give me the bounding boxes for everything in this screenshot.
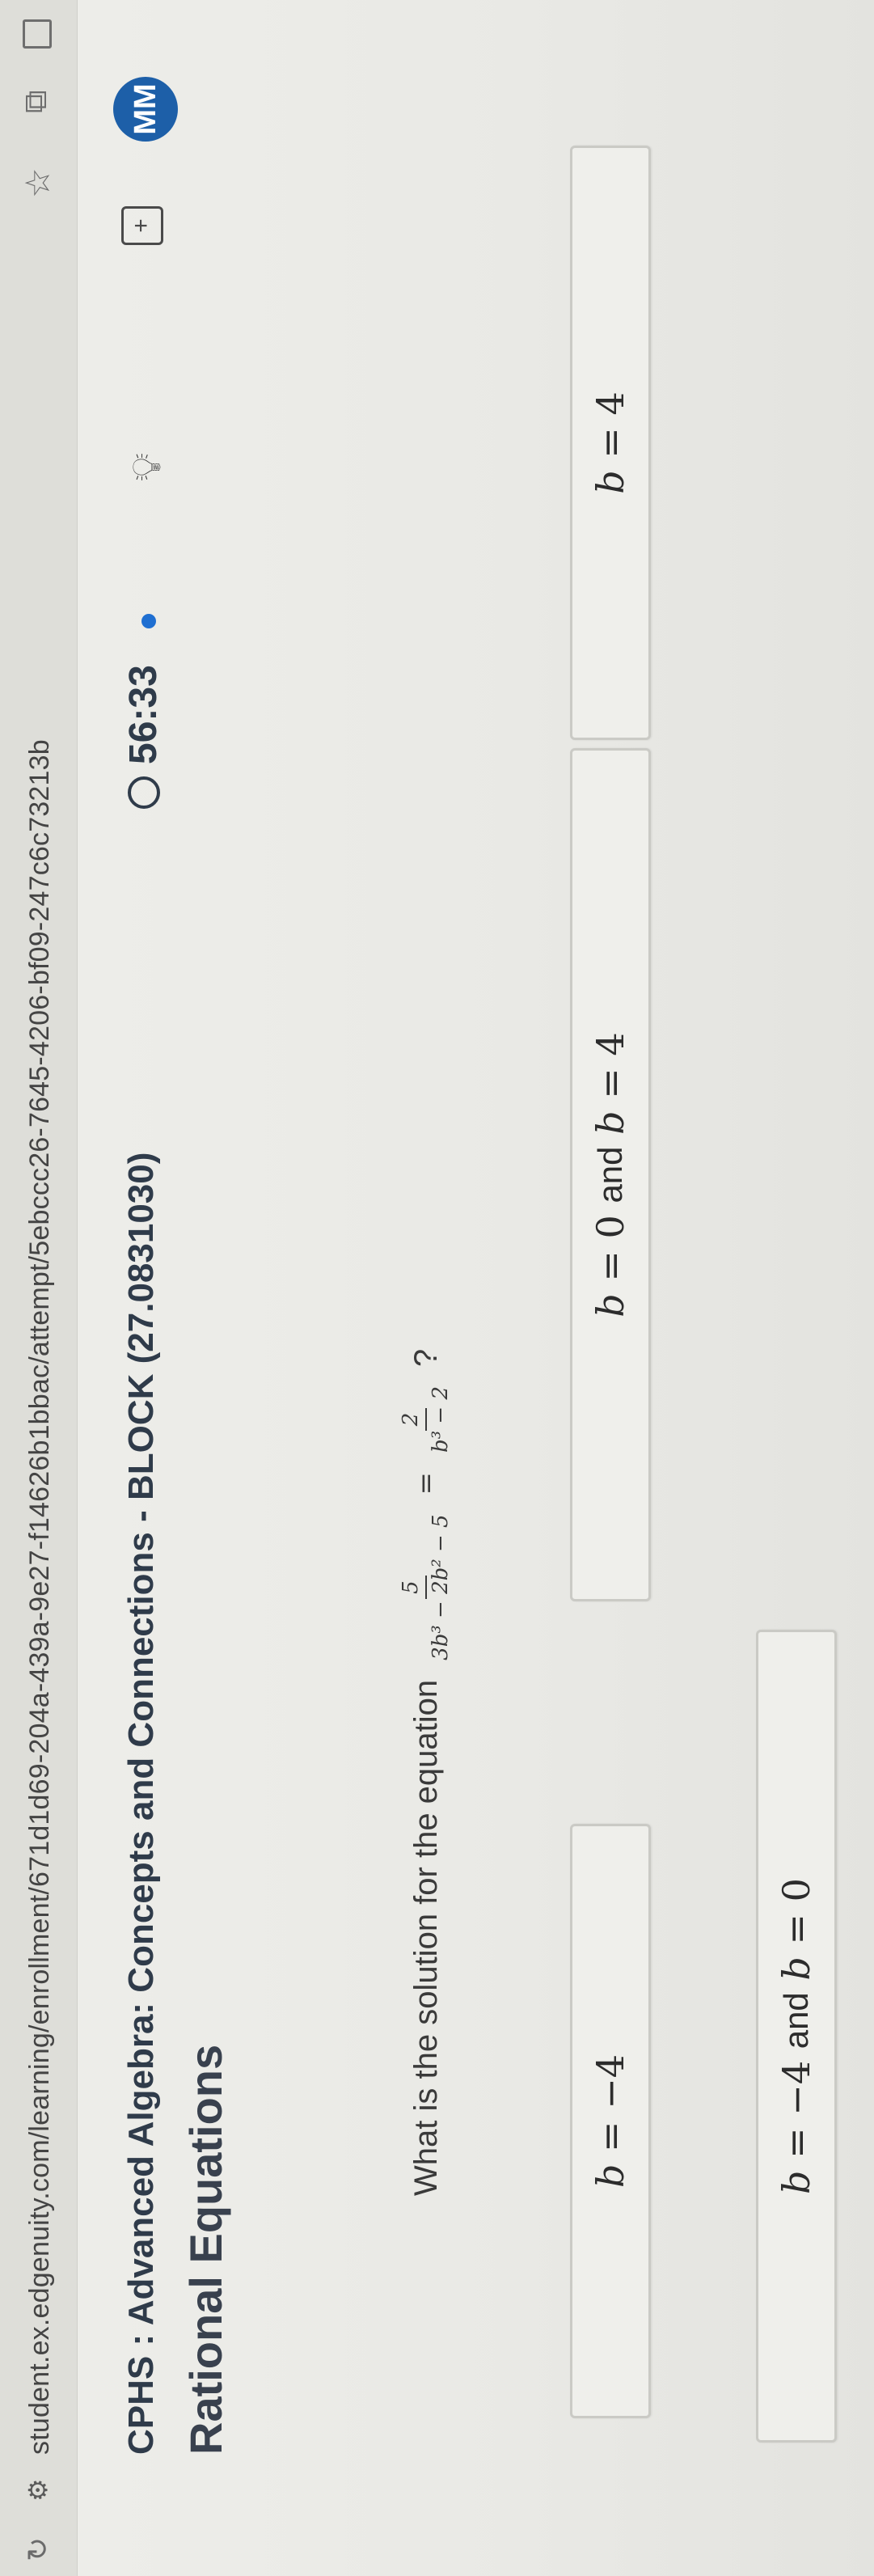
answer-choice-d[interactable]: b = −4 and b = 0: [756, 1630, 837, 2443]
status-dot: [141, 614, 156, 628]
window-icon[interactable]: [23, 19, 52, 49]
timer-display: 56:33: [122, 665, 165, 764]
choice-c-variable: b: [589, 470, 632, 494]
choice-a-relation: = −4: [589, 2054, 632, 2164]
choice-b-variable-2: b: [589, 1110, 632, 1135]
answer-choice-c[interactable]: b = 4: [570, 146, 651, 740]
timer-icon: [128, 776, 160, 809]
rhs-denominator: b³ − 2: [429, 1386, 454, 1453]
choice-b-variable-1: b: [589, 1293, 632, 1318]
choice-d-variable-2: b: [775, 1956, 818, 1981]
lhs-denominator: 3b³ − 2b² − 5: [429, 1514, 454, 1660]
site-info-icon[interactable]: ⚙: [23, 2478, 53, 2502]
choice-c-relation: = 4: [589, 391, 632, 471]
choice-d-relation-1: = −4: [775, 2049, 818, 2171]
url-text[interactable]: student.ex.edgenuity.com/learning/enroll…: [24, 739, 56, 2455]
choice-d-conjunction: and: [777, 1992, 815, 2049]
choice-d-variable-1: b: [775, 2170, 818, 2194]
choice-b-relation-2: = 4: [589, 1032, 632, 1111]
choice-b-conjunction: and: [591, 1146, 629, 1203]
course-title: CPHS : Advanced Algebra: Concepts and Co…: [121, 1152, 161, 2455]
answer-choice-b[interactable]: b = 0 and b = 4: [570, 748, 651, 1601]
question-mark: ?: [407, 1348, 444, 1367]
calculator-icon[interactable]: +: [121, 206, 163, 245]
bookmark-star-icon[interactable]: ☆: [18, 167, 57, 198]
question-text: What is the solution for the equation: [407, 1679, 444, 2196]
hint-lightbulb-icon[interactable]: 💡︎: [123, 453, 171, 481]
question-prompt: What is the solution for the equation 5 …: [399, 1348, 454, 2196]
lhs-fraction: 5 3b³ − 2b² − 5: [399, 1509, 454, 1664]
choice-b-relation-1: = 0: [589, 1203, 632, 1294]
equals-sign: =: [410, 1471, 443, 1495]
rhs-numerator: 2: [399, 1407, 428, 1432]
reload-icon[interactable]: ↻: [21, 2537, 55, 2561]
rhs-fraction: 2 b³ − 2: [399, 1381, 454, 1457]
extension-icon[interactable]: ⧉: [18, 90, 54, 113]
user-avatar[interactable]: MM: [113, 77, 178, 142]
choice-d-relation-2: = 0: [775, 1878, 818, 1957]
lesson-title: Rational Equations: [180, 2044, 231, 2455]
answer-choice-a[interactable]: b = −4: [570, 1824, 651, 2418]
page: ↻ ⚙ student.ex.edgenuity.com/learning/en…: [0, 0, 874, 2576]
lhs-numerator: 5: [399, 1576, 428, 1599]
choice-a-variable: b: [589, 2164, 632, 2189]
